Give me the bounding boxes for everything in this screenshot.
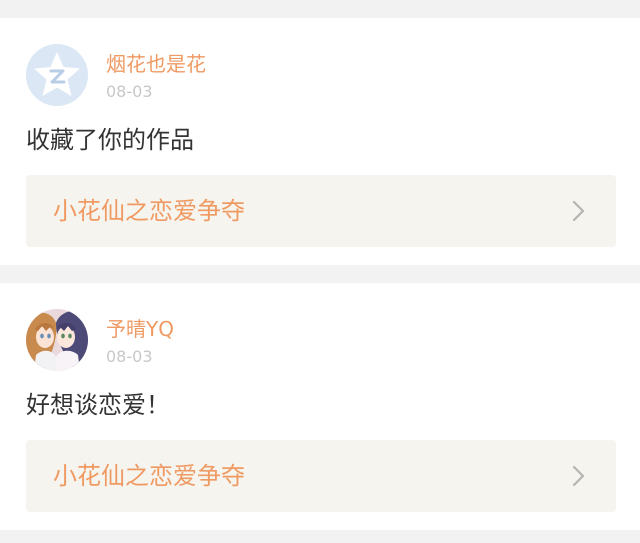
notification-card: 予晴YQ 08-03 好想谈恋爱！ 小花仙之恋爱争夺 [0, 283, 640, 530]
work-link-button[interactable]: 小花仙之恋爱争夺 [26, 440, 616, 512]
work-title: 小花仙之恋爱争夺 [53, 462, 245, 490]
anime-avatar-image [26, 309, 88, 371]
notification-card: 烟花也是花 08-03 收藏了你的作品 小花仙之恋爱争夺 [0, 18, 640, 265]
timestamp: 08-03 [106, 347, 153, 366]
work-title: 小花仙之恋爱争夺 [53, 197, 245, 225]
timestamp: 08-03 [106, 82, 153, 101]
notification-message: 好想谈恋爱！ [26, 391, 170, 419]
username[interactable]: 烟花也是花 [106, 52, 206, 76]
user-avatar[interactable] [26, 44, 88, 106]
chevron-right-icon [572, 465, 585, 487]
notification-message: 收藏了你的作品 [26, 126, 194, 154]
username[interactable]: 予晴YQ [106, 317, 174, 341]
work-link-button[interactable]: 小花仙之恋爱争夺 [26, 175, 616, 247]
notification-feed: 烟花也是花 08-03 收藏了你的作品 小花仙之恋爱争夺 予晴YQ 08-03 … [0, 0, 640, 543]
default-avatar-icon [26, 44, 88, 106]
user-avatar[interactable] [26, 309, 88, 371]
chevron-right-icon [572, 200, 585, 222]
